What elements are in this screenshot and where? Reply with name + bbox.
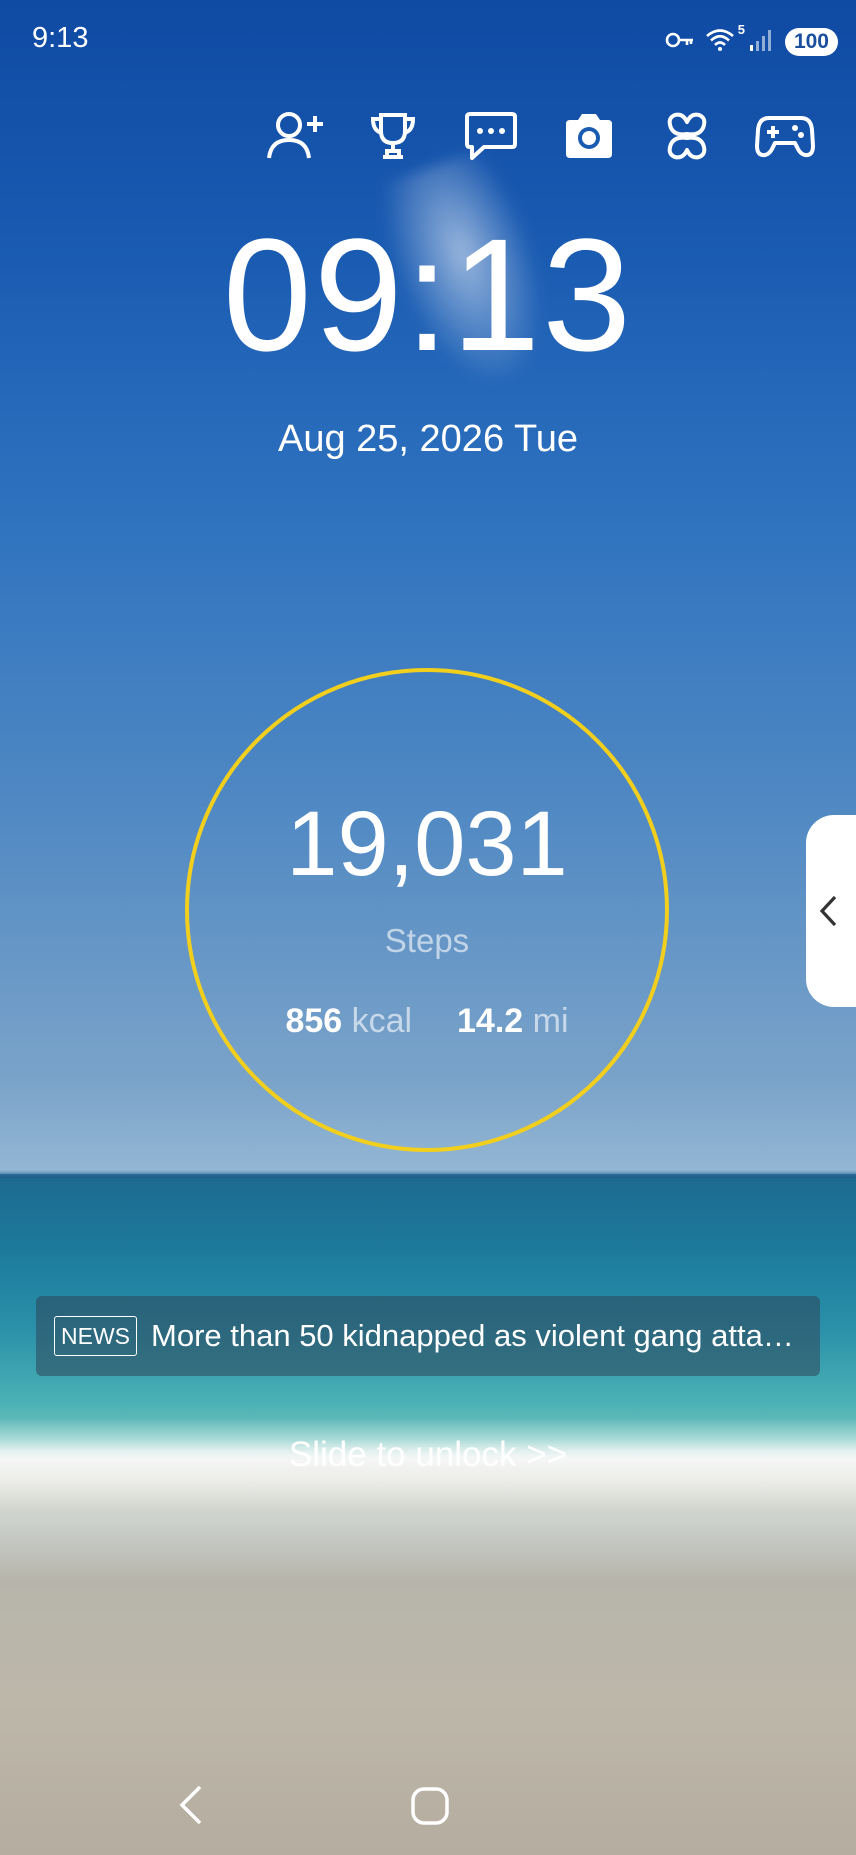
horizon-line	[0, 1174, 856, 1178]
trophy-icon	[370, 113, 416, 159]
game-button[interactable]	[755, 108, 815, 164]
camera-icon	[566, 114, 612, 158]
lock-screen: 9:13 5 100 09:13 Aug 25, 2026 Tue 19,031…	[0, 0, 856, 1855]
steps-value: 19,031	[286, 793, 568, 895]
camera-button[interactable]	[559, 108, 619, 164]
clover-button[interactable]	[657, 108, 717, 164]
key-icon	[665, 30, 695, 55]
news-headline: More than 50 kidnapped as violent gang a…	[151, 1318, 801, 1353]
add-friend-icon	[267, 112, 323, 159]
back-icon	[179, 1785, 202, 1825]
signal-icon	[749, 28, 775, 57]
step-counter-ring[interactable]: 19,031 Steps 856 kcal 14.2 mi	[185, 668, 669, 1152]
kcal-unit: kcal	[351, 1002, 413, 1040]
news-badge: NEWS	[54, 1316, 137, 1356]
gamepad-icon	[755, 116, 815, 158]
distance-value: 14.2	[457, 1002, 524, 1040]
news-ticker[interactable]: NEWS More than 50 kidnapped as violent g…	[36, 1296, 820, 1376]
slide-to-unlock[interactable]: Slide to unlock >>	[0, 1435, 856, 1475]
add-friend-button[interactable]	[265, 108, 325, 164]
status-icons: 5 100	[665, 22, 838, 62]
message-button[interactable]	[461, 108, 521, 164]
side-drawer-handle[interactable]	[806, 815, 856, 1007]
battery-icon: 100	[784, 28, 838, 56]
nav-back-button[interactable]	[172, 1782, 212, 1828]
clover-icon	[667, 112, 707, 160]
kcal-value: 856	[285, 1002, 343, 1040]
steps-stats: 856 kcal 14.2 mi	[189, 1002, 665, 1041]
wifi-generation: 5	[737, 22, 745, 37]
trophy-button[interactable]	[363, 108, 423, 164]
steps-label: Steps	[384, 922, 470, 959]
wifi-icon: 5	[705, 22, 745, 56]
home-icon	[411, 1787, 449, 1825]
nav-home-button[interactable]	[408, 1784, 452, 1828]
clock-time: 09:13	[222, 205, 634, 384]
message-icon	[465, 112, 517, 160]
quick-actions	[265, 108, 815, 164]
clock-date: Aug 25, 2026 Tue	[277, 418, 579, 460]
chevron-left-icon	[819, 895, 837, 927]
distance-unit: mi	[532, 1002, 569, 1040]
status-time: 9:13	[32, 22, 89, 54]
